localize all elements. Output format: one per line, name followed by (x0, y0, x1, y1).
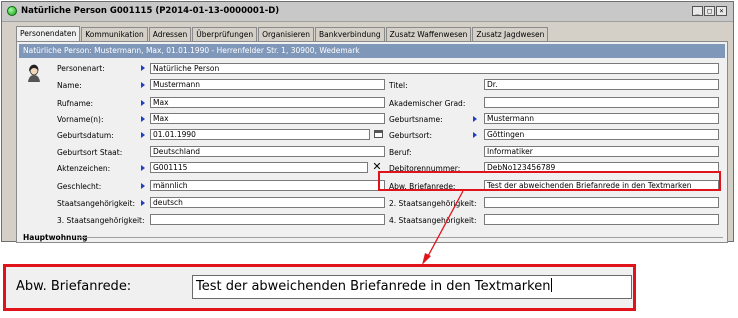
geburtsname-field[interactable]: Mustermann (484, 113, 719, 124)
section-divider (77, 237, 723, 238)
zoom-field-text: Test der abweichenden Briefanrede in den… (196, 279, 551, 294)
tab-kommunikation[interactable]: Kommunikation (81, 27, 148, 41)
calendar-icon[interactable] (374, 130, 383, 138)
tab-organisieren[interactable]: Organisieren (258, 27, 315, 41)
required-arrow-icon (141, 100, 145, 106)
required-arrow-icon (141, 116, 145, 122)
app-window: Natürliche Person G001115 (P2014-01-13-0… (1, 1, 734, 243)
required-arrow-icon (141, 132, 145, 138)
window-controls: _ □ × (692, 6, 727, 16)
beruf-field[interactable]: Informatiker (484, 146, 719, 157)
staatsangehoerigkeit-2-select[interactable] (484, 197, 719, 208)
titel-field[interactable]: Dr. (484, 79, 719, 90)
label-2-staatsangehoerigkeit: 2. Staatsangehörigkeit: (389, 199, 477, 208)
personendaten-panel: Natürliche Person: Mustermann, Max, 01.0… (16, 41, 728, 243)
label-staatsangehoerigkeit: Staatsangehörigkeit: (57, 199, 135, 208)
tab-zusatz-jagdwesen[interactable]: Zusatz Jagdwesen (472, 27, 549, 41)
staatsangehoerigkeit-4-select[interactable] (484, 214, 719, 225)
required-arrow-icon (141, 183, 145, 189)
label-name: Name: (57, 81, 82, 90)
aktenzeichen-field[interactable]: G001115 (150, 162, 368, 173)
label-3-staatsangehoerigkeit: 3. Staatsangehörigkeit: (57, 216, 145, 225)
vornamen-field[interactable]: Max (150, 113, 385, 124)
personenart-field[interactable]: Natürliche Person (150, 63, 719, 74)
label-vornamen: Vorname(n): (57, 115, 104, 124)
label-geschlecht: Geschlecht: (57, 182, 102, 191)
zoom-callout: Abw. Briefanrede: Test der abweichenden … (3, 264, 636, 311)
required-arrow-icon (141, 82, 145, 88)
zoom-abw-briefanrede-field[interactable]: Test der abweichenden Briefanrede in den… (192, 275, 632, 299)
tab-ueberpruefungen[interactable]: Überprüfungen (192, 27, 258, 41)
window-title: Natürliche Person G001115 (P2014-01-13-0… (21, 6, 280, 16)
title-bar: Natürliche Person G001115 (P2014-01-13-0… (2, 2, 733, 22)
required-arrow-icon (141, 65, 145, 71)
tab-adressen[interactable]: Adressen (148, 27, 192, 41)
required-arrow-icon (473, 132, 477, 138)
staatsangehoerigkeit-select[interactable]: deutsch (150, 197, 385, 208)
label-personenart: Personenart: (57, 64, 105, 73)
text-caret (551, 278, 553, 292)
staatsangehoerigkeit-3-select[interactable] (150, 214, 385, 225)
label-beruf: Beruf: (389, 148, 412, 157)
minimize-button[interactable]: _ (692, 6, 703, 16)
geburtsdatum-field[interactable]: 01.01.1990 (150, 129, 370, 140)
tab-strip: Personendaten Kommunikation Adressen Übe… (16, 26, 549, 41)
maximize-button[interactable]: □ (704, 6, 715, 16)
label-geburtsname: Geburtsname: (389, 115, 443, 124)
label-titel: Titel: (389, 81, 408, 90)
geburtsort-field[interactable]: Göttingen (484, 129, 719, 140)
label-akademischer-grad: Akademischer Grad: (389, 99, 466, 108)
tab-personendaten[interactable]: Personendaten (16, 26, 81, 41)
label-4-staatsangehoerigkeit: 4. Staatsangehörigkeit: (389, 216, 477, 225)
required-arrow-icon (473, 116, 477, 122)
zoom-label-abw-briefanrede: Abw. Briefanrede: (16, 279, 132, 294)
rufname-field[interactable]: Max (150, 97, 385, 108)
person-avatar-icon (28, 64, 40, 82)
person-summary-bar: Natürliche Person: Mustermann, Max, 01.0… (19, 44, 725, 58)
label-aktenzeichen: Aktenzeichen: (57, 164, 111, 173)
name-field[interactable]: Mustermann (150, 79, 385, 90)
required-arrow-icon (141, 165, 145, 171)
label-geburtsort-staat: Geburtsort Staat: (57, 148, 123, 157)
status-dot-icon (7, 6, 17, 16)
required-arrow-icon (141, 200, 145, 206)
close-button[interactable]: × (716, 6, 727, 16)
label-geburtsort: Geburtsort: (389, 131, 433, 140)
highlight-frame (378, 171, 721, 191)
geschlecht-select[interactable]: männlich (150, 180, 385, 191)
label-rufname: Rufname: (57, 99, 94, 108)
akademischer-grad-field[interactable] (484, 97, 719, 108)
label-geburtsdatum: Geburtsdatum: (57, 131, 114, 140)
geburtsort-staat-field[interactable]: Deutschland (150, 146, 385, 157)
tab-bankverbindung[interactable]: Bankverbindung (315, 27, 385, 41)
tab-zusatz-waffenwesen[interactable]: Zusatz Waffenwesen (385, 27, 472, 41)
